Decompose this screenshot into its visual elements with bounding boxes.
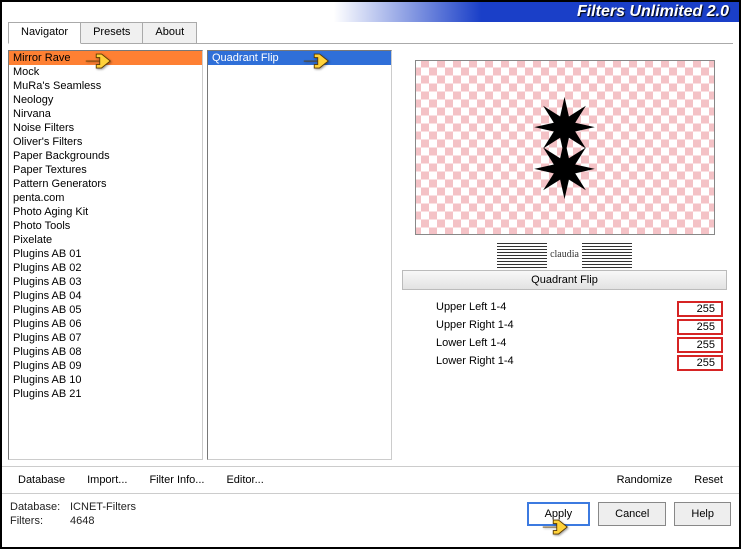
reset-button[interactable]: Reset xyxy=(684,471,733,489)
list-item[interactable]: Photo Tools xyxy=(9,219,202,233)
param-row: Lower Left 1-4 255 xyxy=(436,336,723,354)
param-value[interactable]: 255 xyxy=(677,301,723,317)
list-item[interactable]: Plugins AB 21 xyxy=(9,387,202,401)
preview-graphic: ✷ ✷ xyxy=(531,100,598,196)
category-list[interactable]: Mirror RaveMockMuRa's SeamlessNeologyNir… xyxy=(8,50,203,460)
content-area: Mirror RaveMockMuRa's SeamlessNeologyNir… xyxy=(2,44,739,466)
list-item[interactable]: Noise Filters xyxy=(9,121,202,135)
list-item[interactable]: Plugins AB 06 xyxy=(9,317,202,331)
filters-value: 4648 xyxy=(70,515,94,527)
param-value[interactable]: 255 xyxy=(677,337,723,353)
db-label: Database: xyxy=(10,500,70,514)
list-item[interactable]: Mock xyxy=(9,65,202,79)
filter-list[interactable]: Quadrant Flip xyxy=(207,50,392,460)
filter-heading: Quadrant Flip xyxy=(402,270,727,290)
footer-info: Database:ICNET-Filters Filters:4648 xyxy=(10,500,136,529)
list-item[interactable]: Plugins AB 04 xyxy=(9,289,202,303)
filters-label: Filters: xyxy=(10,514,70,528)
help-button[interactable]: Help xyxy=(674,502,731,526)
list-item[interactable]: Nirvana xyxy=(9,107,202,121)
apply-button[interactable]: Apply xyxy=(527,502,591,526)
list-item[interactable]: Neology xyxy=(9,93,202,107)
param-label: Lower Right 1-4 xyxy=(436,355,514,371)
footer-buttons: Apply Cancel Help xyxy=(527,502,731,526)
param-label: Lower Left 1-4 xyxy=(436,337,506,353)
list-item[interactable]: Plugins AB 10 xyxy=(9,373,202,387)
param-value[interactable]: 255 xyxy=(677,319,723,335)
preview-image: ✷ ✷ xyxy=(415,60,715,235)
title-bar: Filters Unlimited 2.0 xyxy=(2,2,739,22)
list-item[interactable]: Plugins AB 03 xyxy=(9,275,202,289)
import-button[interactable]: Import... xyxy=(77,471,137,489)
params-panel: Upper Left 1-4255Upper Right 1-4255Lower… xyxy=(396,294,733,378)
tab-strip: Navigator Presets About xyxy=(8,22,733,44)
filter-info-button[interactable]: Filter Info... xyxy=(139,471,214,489)
param-value[interactable]: 255 xyxy=(677,355,723,371)
watermark: claudia xyxy=(396,243,733,266)
param-label: Upper Right 1-4 xyxy=(436,319,514,335)
list-item[interactable]: MuRa's Seamless xyxy=(9,79,202,93)
param-row: Upper Left 1-4 255 xyxy=(436,300,723,318)
list-item[interactable]: Quadrant Flip xyxy=(208,51,391,65)
list-item[interactable]: Plugins AB 05 xyxy=(9,303,202,317)
database-button[interactable]: Database xyxy=(8,471,75,489)
randomize-button[interactable]: Randomize xyxy=(607,471,683,489)
toolbar: Database Import... Filter Info... Editor… xyxy=(2,466,739,494)
list-item[interactable]: Plugins AB 09 xyxy=(9,359,202,373)
param-label: Upper Left 1-4 xyxy=(436,301,506,317)
tab-presets[interactable]: Presets xyxy=(80,22,143,43)
list-item[interactable]: Plugins AB 02 xyxy=(9,261,202,275)
list-item[interactable]: penta.com xyxy=(9,191,202,205)
list-item[interactable]: Paper Backgrounds xyxy=(9,149,202,163)
db-value: ICNET-Filters xyxy=(70,501,136,513)
list-item[interactable]: Oliver's Filters xyxy=(9,135,202,149)
app-window: Filters Unlimited 2.0 Navigator Presets … xyxy=(0,0,741,549)
list-item[interactable]: Plugins AB 01 xyxy=(9,247,202,261)
tab-navigator[interactable]: Navigator xyxy=(8,22,81,44)
list-item[interactable]: Photo Aging Kit xyxy=(9,205,202,219)
list-item[interactable]: Paper Textures xyxy=(9,163,202,177)
param-row: Upper Right 1-4 255 xyxy=(436,318,723,336)
tab-about[interactable]: About xyxy=(142,22,197,43)
param-row: Lower Right 1-4 255 xyxy=(436,354,723,372)
list-item[interactable]: Pattern Generators xyxy=(9,177,202,191)
list-item[interactable]: Plugins AB 08 xyxy=(9,345,202,359)
right-panel: ✷ ✷ claudia Quadrant Flip Upper Left 1-4… xyxy=(396,50,733,460)
cancel-button[interactable]: Cancel xyxy=(598,502,666,526)
list-item[interactable]: Mirror Rave xyxy=(9,51,202,65)
list-item[interactable]: Plugins AB 07 xyxy=(9,331,202,345)
list-item[interactable]: Pixelate xyxy=(9,233,202,247)
app-title: Filters Unlimited 2.0 xyxy=(577,2,729,22)
editor-button[interactable]: Editor... xyxy=(216,471,273,489)
footer: Database:ICNET-Filters Filters:4648 Appl… xyxy=(2,494,739,535)
